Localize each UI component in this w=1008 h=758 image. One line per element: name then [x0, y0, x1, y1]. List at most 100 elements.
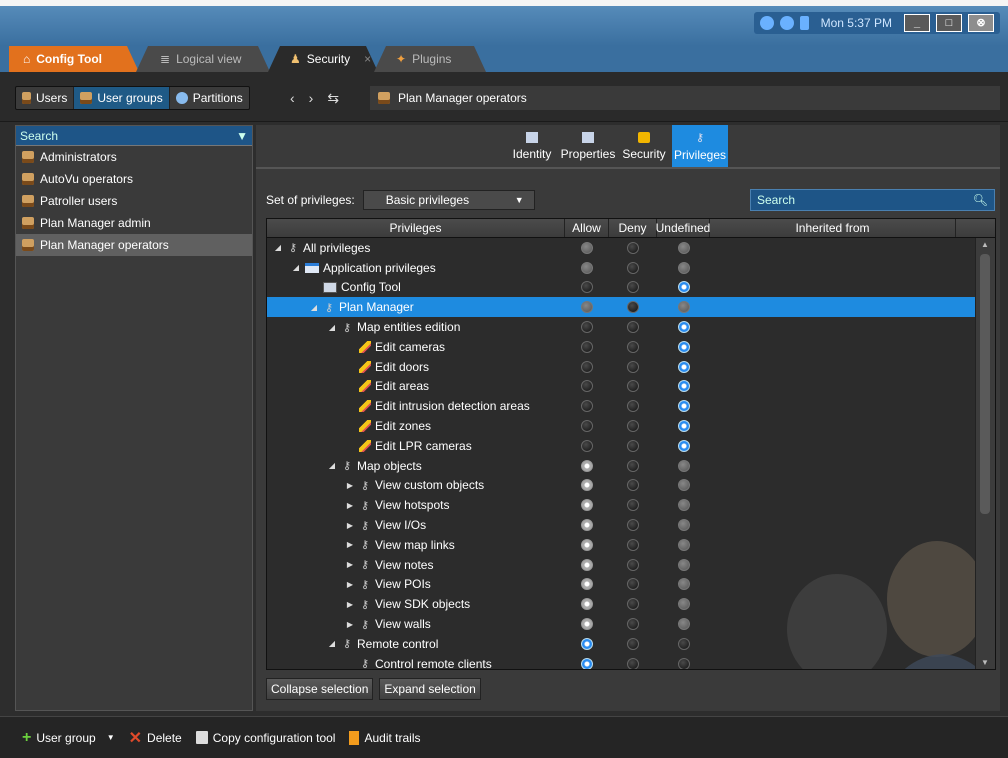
privilege-row[interactable]: ◢ ⚷ Remote control [267, 634, 995, 654]
collapse-selection-button[interactable]: Collapse selection [266, 678, 374, 700]
undefined-radio[interactable] [677, 519, 690, 532]
allow-radio[interactable] [581, 558, 593, 571]
undefined-radio[interactable] [677, 578, 690, 591]
expand-arrow-icon[interactable]: ▶ [345, 600, 355, 609]
undefined-radio[interactable] [677, 301, 690, 314]
undefined-radio[interactable] [677, 380, 690, 393]
undefined-radio[interactable] [677, 499, 690, 512]
undefined-radio[interactable] [677, 618, 690, 631]
deny-radio[interactable] [627, 301, 639, 314]
deny-radio[interactable] [627, 558, 639, 571]
privilege-row[interactable]: ◢ ⚷ Map entities edition [267, 317, 995, 337]
deny-radio[interactable] [627, 321, 639, 334]
refresh-icon[interactable]: ⇆ [327, 90, 339, 107]
allow-radio[interactable] [581, 439, 593, 452]
audit-trails-button[interactable]: Audit trails [349, 730, 421, 745]
privilege-row[interactable]: ◢ Application privileges [267, 258, 995, 278]
tab-security-view[interactable]: Security [616, 125, 672, 167]
segment-user-groups[interactable]: User groups [74, 87, 170, 109]
undefined-radio[interactable] [677, 321, 690, 334]
tab-security[interactable]: ♟ Security × [268, 46, 378, 72]
allow-radio[interactable] [581, 578, 593, 591]
add-user-group-button[interactable]: + User group ▼ [22, 729, 115, 747]
undefined-radio[interactable] [677, 637, 690, 650]
entity-list-item[interactable]: Patroller users [16, 190, 252, 212]
allow-radio[interactable] [581, 301, 593, 314]
deny-radio[interactable] [627, 360, 639, 373]
allow-radio[interactable] [581, 360, 593, 373]
privilege-row[interactable]: ⚷ Control remote clients [267, 654, 995, 669]
allow-radio[interactable] [581, 380, 593, 393]
tab-logical-view[interactable]: ≣ Logical view [136, 46, 270, 72]
tab-plugins[interactable]: ✦ Plugins [374, 46, 486, 72]
chevron-down-icon[interactable]: ▼ [107, 733, 115, 742]
expand-arrow-icon[interactable]: ▶ [345, 540, 355, 549]
expand-arrow-icon[interactable]: ▶ [345, 521, 355, 530]
privilege-row[interactable]: ▶ ⚷ View I/Os [267, 515, 995, 535]
deny-radio[interactable] [627, 637, 639, 650]
undefined-radio[interactable] [677, 400, 690, 413]
privilege-row[interactable]: Edit intrusion detection areas [267, 396, 995, 416]
deny-radio[interactable] [627, 519, 639, 532]
privilege-row[interactable]: Edit areas [267, 377, 995, 397]
allow-radio[interactable] [581, 637, 593, 650]
allow-radio[interactable] [581, 618, 593, 631]
collapse-arrow-icon[interactable]: ◢ [327, 639, 337, 648]
undefined-radio[interactable] [677, 360, 690, 373]
deny-radio[interactable] [627, 380, 639, 393]
undefined-radio[interactable] [677, 657, 690, 669]
privilege-row[interactable]: ▶ ⚷ View map links [267, 535, 995, 555]
privilege-set-dropdown[interactable]: Basic privileges ▼ [362, 190, 535, 210]
deny-radio[interactable] [627, 578, 639, 591]
copy-configuration-tool-button[interactable]: Copy configuration tool [195, 731, 335, 745]
deny-radio[interactable] [627, 479, 639, 492]
entity-list-item[interactable]: AutoVu operators [16, 168, 252, 190]
allow-radio[interactable] [581, 340, 593, 353]
allow-radio[interactable] [581, 657, 593, 669]
collapse-arrow-icon[interactable]: ◢ [327, 461, 337, 470]
deny-radio[interactable] [627, 657, 639, 669]
allow-radio[interactable] [581, 261, 593, 274]
column-header-undefined[interactable]: Undefined [656, 219, 710, 237]
allow-radio[interactable] [581, 499, 593, 512]
privilege-row[interactable]: ▶ ⚷ View walls [267, 614, 995, 634]
deny-radio[interactable] [627, 499, 639, 512]
column-header-inherited-from[interactable]: Inherited from [710, 219, 956, 237]
privilege-row[interactable]: ◢ ⚷ Plan Manager [267, 297, 995, 318]
expand-selection-button[interactable]: Expand selection [379, 678, 481, 700]
entity-list-item[interactable]: Administrators [16, 146, 252, 168]
undefined-radio[interactable] [677, 538, 690, 551]
deny-radio[interactable] [627, 459, 639, 472]
tab-properties[interactable]: Properties [560, 125, 616, 167]
scroll-thumb[interactable] [980, 254, 990, 514]
column-header-privileges[interactable]: Privileges [267, 219, 565, 237]
undefined-radio[interactable] [677, 439, 690, 452]
privilege-row[interactable]: ▶ ⚷ View POIs [267, 575, 995, 595]
forward-arrow-icon[interactable]: › [309, 90, 314, 107]
deny-radio[interactable] [627, 538, 639, 551]
collapse-arrow-icon[interactable]: ◢ [327, 323, 337, 332]
allow-radio[interactable] [581, 400, 593, 413]
undefined-radio[interactable] [677, 241, 690, 254]
battery-icon[interactable] [799, 16, 809, 30]
deny-radio[interactable] [627, 241, 639, 254]
column-header-allow[interactable]: Allow [565, 219, 609, 237]
expand-arrow-icon[interactable]: ▶ [345, 580, 355, 589]
allow-radio[interactable] [581, 519, 593, 532]
close-tab-icon[interactable]: × [364, 52, 371, 66]
network-globe-icon[interactable] [779, 16, 794, 30]
deny-radio[interactable] [627, 439, 639, 452]
search-icon[interactable]: 🔍︎ [973, 193, 988, 207]
allow-radio[interactable] [581, 241, 593, 254]
deny-radio[interactable] [627, 340, 639, 353]
expand-arrow-icon[interactable]: ▶ [345, 501, 355, 510]
privilege-row[interactable]: Edit zones [267, 416, 995, 436]
privilege-row[interactable]: Edit doors [267, 357, 995, 377]
entity-list-item[interactable]: Plan Manager operators [16, 234, 252, 256]
privilege-row[interactable]: ◢ ⚷ All privileges [267, 238, 995, 258]
undefined-radio[interactable] [677, 420, 690, 433]
deny-radio[interactable] [627, 618, 639, 631]
maximize-button[interactable]: □ [936, 14, 962, 32]
undefined-radio[interactable] [677, 459, 690, 472]
back-arrow-icon[interactable]: ‹ [290, 90, 295, 107]
